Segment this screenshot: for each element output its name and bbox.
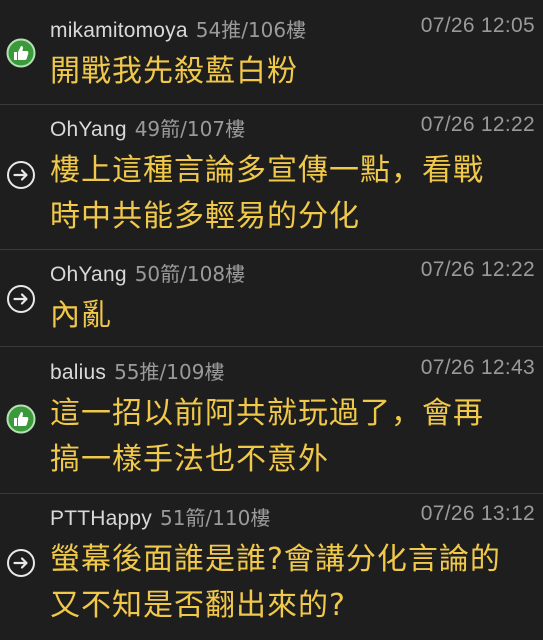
comment-floor: 55推/109樓: [114, 360, 225, 384]
comment-content: 內亂: [50, 293, 530, 339]
comment-author[interactable]: OhYang: [50, 263, 127, 287]
comment-author[interactable]: OhYang: [50, 118, 127, 142]
comment-line: 樓上這種言論多宣傳一點，看戰: [50, 153, 484, 188]
comment-content: 開戰我先殺藍白粉: [50, 49, 530, 95]
comment-time: 07/26 12:22: [420, 258, 535, 281]
comment-line: 搞一樣手法也不意外: [50, 442, 329, 477]
comment-time: 07/26 12:43: [420, 356, 535, 379]
comment-line: 開戰我先殺藍白粉: [50, 54, 298, 89]
divider: [0, 249, 543, 250]
comment-author[interactable]: PTTHappy: [50, 507, 152, 531]
comment-item[interactable]: mikamitomoya 54推/106樓 07/26 12:05 開戰我先殺藍…: [0, 14, 543, 104]
comment-item[interactable]: PTTHappy 51箭/110樓 07/26 13:12 螢幕後面誰是誰?會講…: [0, 502, 543, 640]
comment-meta: mikamitomoya 54推/106樓: [50, 14, 306, 44]
comment-content: 樓上這種言論多宣傳一點，看戰 時中共能多輕易的分化: [50, 148, 530, 240]
thumbs-up-icon: [6, 38, 36, 68]
comment-meta: OhYang 50箭/108樓: [50, 258, 245, 288]
comment-line: 內亂: [50, 298, 112, 333]
comment-meta: PTTHappy 51箭/110樓: [50, 502, 270, 532]
comment-author[interactable]: mikamitomoya: [50, 19, 188, 43]
divider: [0, 104, 543, 105]
comment-meta: OhYang 49箭/107樓: [50, 113, 245, 143]
comment-floor: 54推/106樓: [195, 18, 307, 42]
comment-line: 螢幕後面誰是誰?會講分化言論的: [50, 542, 501, 577]
arrow-right-icon: [7, 161, 35, 189]
arrow-right-icon: [7, 285, 35, 313]
comment-line: 這一招以前阿共就玩過了，會再: [50, 396, 484, 431]
comment-author[interactable]: balius: [50, 361, 106, 385]
comment-line: 時中共能多輕易的分化: [50, 199, 360, 234]
comment-floor: 49箭/107樓: [134, 117, 246, 141]
comment-time: 07/26 12:05: [420, 14, 535, 37]
divider: [0, 346, 543, 347]
comment-item[interactable]: balius 55推/109樓 07/26 12:43 這一招以前阿共就玩過了，…: [0, 356, 543, 494]
comment-time: 07/26 13:12: [420, 502, 535, 525]
comment-time: 07/26 12:22: [420, 113, 535, 136]
comment-content: 螢幕後面誰是誰?會講分化言論的 又不知是否翻出來的?: [50, 537, 530, 629]
comment-meta: balius 55推/109樓: [50, 356, 224, 386]
comment-floor: 50箭/108樓: [134, 262, 246, 286]
divider: [0, 493, 543, 494]
comment-item[interactable]: OhYang 49箭/107樓 07/26 12:22 樓上這種言論多宣傳一點，…: [0, 113, 543, 251]
comment-list: mikamitomoya 54推/106樓 07/26 12:05 開戰我先殺藍…: [0, 0, 543, 640]
thumbs-up-icon: [6, 404, 36, 434]
arrow-right-icon: [7, 549, 35, 577]
comment-floor: 51箭/110樓: [159, 506, 271, 530]
comment-content: 這一招以前阿共就玩過了，會再 搞一樣手法也不意外: [50, 391, 530, 483]
comment-item[interactable]: OhYang 50箭/108樓 07/26 12:22 內亂: [0, 258, 543, 348]
comment-line: 又不知是否翻出來的?: [50, 588, 346, 623]
